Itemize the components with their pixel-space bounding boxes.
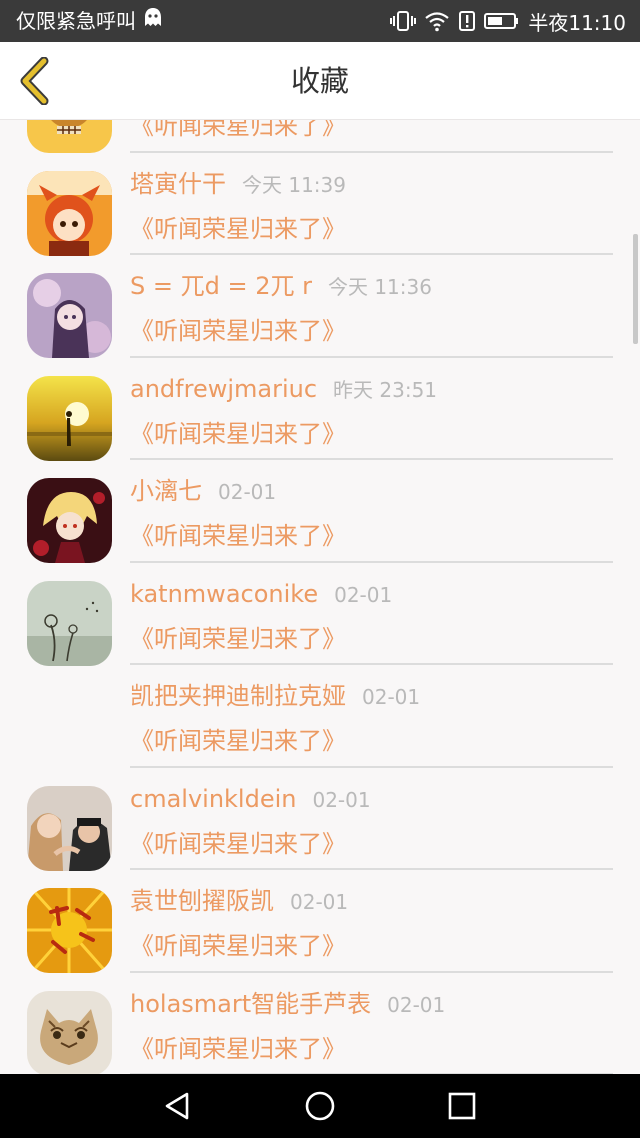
item-body: andfrewjmariuc 昨天 23:51 《听闻荣星归来了》 <box>130 358 613 460</box>
timestamp: 02-01 <box>290 890 349 914</box>
home-circle-icon <box>305 1091 335 1121</box>
item-body: 小漓七 02-01 《听闻荣星归来了》 <box>130 460 613 563</box>
username[interactable]: 袁世刨擢阪凯 <box>130 887 274 915</box>
list-item[interactable]: katnmwaconike 02-01 《听闻荣星归来了》 <box>0 563 640 666</box>
username[interactable]: 塔寅什干 <box>130 170 226 198</box>
name-line: 塔寅什干 今天 11:39 <box>130 167 346 201</box>
avatar[interactable] <box>27 478 112 563</box>
list-item[interactable]: cmalvinkldein 02-01 《听闻荣星归来了》 <box>0 768 640 871</box>
item-body: S = 兀d = 2兀 r 今天 11:36 《听闻荣星归来了》 <box>130 255 613 358</box>
status-bar: 仅限紧急呼叫 半夜11:10 <box>0 0 640 42</box>
list-item[interactable]: 塔寅什干 今天 11:39 《听闻荣星归来了》 <box>0 153 640 256</box>
post-title[interactable]: 《听闻荣星归来了》 <box>130 826 346 862</box>
app-header: 收藏 <box>0 42 640 120</box>
avatar[interactable] <box>27 273 112 358</box>
post-title[interactable]: 《听闻荣星归来了》 <box>130 313 346 349</box>
post-title[interactable]: 《听闻荣星归来了》 <box>130 723 346 759</box>
favorites-list-content: 《听闻荣星归来了》 塔寅什干 今天 11:39 《听闻荣星归来了》 S = 兀d… <box>0 120 640 1074</box>
list-item[interactable]: 小漓七 02-01 《听闻荣星归来了》 <box>0 460 640 563</box>
timestamp: 今天 11:39 <box>242 172 346 197</box>
post-title[interactable]: 《听闻荣星归来了》 <box>130 416 346 452</box>
item-body: 袁世刨擢阪凯 02-01 《听闻荣星归来了》 <box>130 870 613 973</box>
avatar[interactable] <box>27 170 112 256</box>
username[interactable]: andfrewjmariuc <box>130 375 317 403</box>
name-line: 凯把夹押迪制拉克娅 02-01 <box>130 679 420 713</box>
timestamp: 02-01 <box>362 685 421 709</box>
username[interactable]: 小漓七 <box>130 477 202 505</box>
post-title[interactable]: 《听闻荣星归来了》 <box>130 1031 346 1067</box>
item-body: 《听闻荣星归来了》 <box>130 120 613 153</box>
name-line: 袁世刨擢阪凯 02-01 <box>130 884 348 918</box>
avatar[interactable] <box>27 580 112 666</box>
item-body: cmalvinkldein 02-01 《听闻荣星归来了》 <box>130 768 613 870</box>
list-item[interactable]: holasmart智能手芦表 02-01 《听闻荣星归来了》 <box>0 973 640 1074</box>
avatar[interactable] <box>27 785 112 871</box>
name-line: cmalvinkldein 02-01 <box>130 782 371 816</box>
battery-icon <box>484 10 520 32</box>
name-line: katnmwaconike 02-01 <box>130 577 392 611</box>
timestamp: 02-01 <box>218 480 277 504</box>
username[interactable]: katnmwaconike <box>130 580 318 608</box>
username[interactable]: cmalvinkldein <box>130 785 296 813</box>
post-title[interactable]: 《听闻荣星归来了》 <box>130 211 346 247</box>
item-body: katnmwaconike 02-01 《听闻荣星归来了》 <box>130 563 613 665</box>
username[interactable]: holasmart智能手芦表 <box>130 990 371 1018</box>
clock: 半夜11:10 <box>528 10 626 35</box>
timestamp: 昨天 23:51 <box>333 377 438 402</box>
timestamp: 02-01 <box>334 582 393 607</box>
post-title[interactable]: 《听闻荣星归来了》 <box>130 621 346 657</box>
item-body: 塔寅什干 今天 11:39 《听闻荣星归来了》 <box>130 153 613 255</box>
post-title[interactable]: 《听闻荣星归来了》 <box>130 928 346 964</box>
vibrate-icon <box>390 10 417 32</box>
favorites-list[interactable]: 《听闻荣星归来了》 塔寅什干 今天 11:39 《听闻荣星归来了》 S = 兀d… <box>0 120 640 1074</box>
ghost-icon <box>142 0 164 42</box>
name-line: 小漓七 02-01 <box>130 474 276 508</box>
emergency-call-text: 仅限紧急呼叫 <box>16 9 136 33</box>
post-title[interactable]: 《听闻荣星归来了》 <box>130 120 346 144</box>
username[interactable]: 凯把夹押迪制拉克娅 <box>130 682 346 710</box>
username[interactable]: S = 兀d = 2兀 r <box>130 272 312 300</box>
name-line: andfrewjmariuc 昨天 23:51 <box>130 372 437 406</box>
item-body: holasmart智能手芦表 02-01 《听闻荣星归来了》 <box>130 973 613 1074</box>
list-item[interactable]: 凯把夹押迪制拉克娅 02-01 《听闻荣星归来了》 <box>0 665 640 768</box>
avatar[interactable] <box>27 120 112 153</box>
status-left: 仅限紧急呼叫 <box>16 0 164 42</box>
list-item[interactable]: andfrewjmariuc 昨天 23:51 《听闻荣星归来了》 <box>0 358 640 461</box>
item-body: 凯把夹押迪制拉克娅 02-01 《听闻荣星归来了》 <box>130 665 613 768</box>
name-line: S = 兀d = 2兀 r 今天 11:36 <box>130 269 432 303</box>
list-item[interactable]: S = 兀d = 2兀 r 今天 11:36 《听闻荣星归来了》 <box>0 255 640 358</box>
nav-back-button[interactable] <box>138 1074 218 1138</box>
wifi-icon <box>424 10 450 32</box>
list-item[interactable]: 袁世刨擢阪凯 02-01 《听闻荣星归来了》 <box>0 870 640 973</box>
status-right: 半夜11:10 <box>390 0 626 42</box>
nav-recents-button[interactable] <box>422 1074 502 1138</box>
back-triangle-icon <box>165 1092 189 1120</box>
navigation-bar <box>0 1074 640 1138</box>
nav-home-button[interactable] <box>280 1074 360 1138</box>
post-title[interactable]: 《听闻荣星归来了》 <box>130 518 346 554</box>
alert-icon <box>458 10 476 32</box>
recents-square-icon <box>448 1092 476 1120</box>
list-item[interactable]: 《听闻荣星归来了》 <box>0 120 640 153</box>
timestamp: 02-01 <box>312 787 371 812</box>
timestamp: 02-01 <box>387 992 446 1017</box>
avatar[interactable] <box>27 375 112 461</box>
scrollbar-thumb[interactable] <box>633 234 638 344</box>
avatar[interactable] <box>27 888 112 973</box>
name-line: holasmart智能手芦表 02-01 <box>130 987 445 1021</box>
timestamp: 今天 11:36 <box>327 275 432 299</box>
page-title: 收藏 <box>290 64 349 98</box>
avatar[interactable] <box>27 990 112 1074</box>
